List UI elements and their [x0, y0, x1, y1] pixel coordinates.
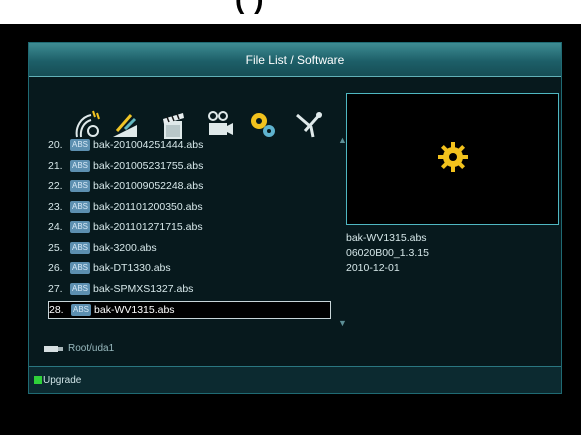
file-list-item-selected[interactable]: 28. ABS bak-WV1315.abs — [48, 301, 331, 319]
file-list-item[interactable]: 20. ABS bak-201004251444.abs — [48, 135, 334, 156]
file-name: bak-201005231755.abs — [93, 159, 204, 172]
abs-badge: ABS — [70, 200, 91, 213]
abs-badge: ABS — [70, 262, 91, 275]
info-date: 2010-12-01 — [346, 262, 400, 274]
preview-panel — [346, 93, 559, 225]
upgrade-label[interactable]: Upgrade — [43, 375, 81, 386]
page-title: File List / Software — [245, 52, 345, 67]
abs-badge: ABS — [70, 159, 91, 172]
file-list-item[interactable]: 24. ABS bak-201101271715.abs — [48, 217, 334, 238]
gear-icon — [438, 142, 468, 172]
file-name: bak-3200.abs — [93, 241, 157, 254]
file-name: bak-201009052248.abs — [93, 180, 204, 193]
green-key-icon — [34, 376, 42, 384]
file-name: bak-DT1330.abs — [93, 262, 171, 275]
file-list-item[interactable]: 23. ABS bak-201101200350.abs — [48, 197, 334, 218]
title-bar: File List / Software — [29, 43, 561, 77]
file-name: bak-201101271715.abs — [93, 221, 203, 234]
bottom-bar: Upgrade — [29, 366, 561, 393]
usb-drive-icon — [44, 345, 63, 352]
abs-badge: ABS — [70, 282, 91, 295]
scroll-down-icon[interactable]: ▼ — [338, 318, 347, 328]
abs-badge: ABS — [70, 180, 91, 193]
file-name: bak-WV1315.abs — [94, 304, 175, 316]
file-name: bak-201101200350.abs — [93, 200, 203, 213]
file-name: bak-SPMXS1327.abs — [93, 282, 194, 295]
file-list-item[interactable]: 21. ABS bak-201005231755.abs — [48, 156, 334, 177]
abs-badge: ABS — [70, 139, 91, 152]
abs-badge: ABS — [70, 241, 91, 254]
file-info: bak-WV1315.abs 06020B00_1.3.15 2010-12-0… — [346, 231, 557, 276]
abs-badge: ABS — [71, 304, 92, 316]
file-list-item[interactable]: 26. ABS bak-DT1330.abs — [48, 258, 334, 279]
file-list-item[interactable]: 22. ABS bak-201009052248.abs — [48, 176, 334, 197]
abs-badge: ABS — [70, 221, 91, 234]
file-list-panel: File List / Software 20. ABS bak-2010042… — [28, 42, 562, 394]
file-name: bak-201004251444.abs — [93, 139, 204, 152]
top-edge-text: ( ) — [0, 0, 581, 24]
info-filename: bak-WV1315.abs — [346, 232, 427, 244]
info-version: 06020B00_1.3.15 — [346, 247, 429, 259]
file-list-item[interactable]: 25. ABS bak-3200.abs — [48, 238, 334, 259]
current-path: Root/uda1 — [44, 343, 114, 354]
file-list-item[interactable]: 27. ABS bak-SPMXS1327.abs — [48, 279, 334, 300]
file-list: 20. ABS bak-201004251444.abs 21. ABS bak… — [48, 135, 334, 319]
